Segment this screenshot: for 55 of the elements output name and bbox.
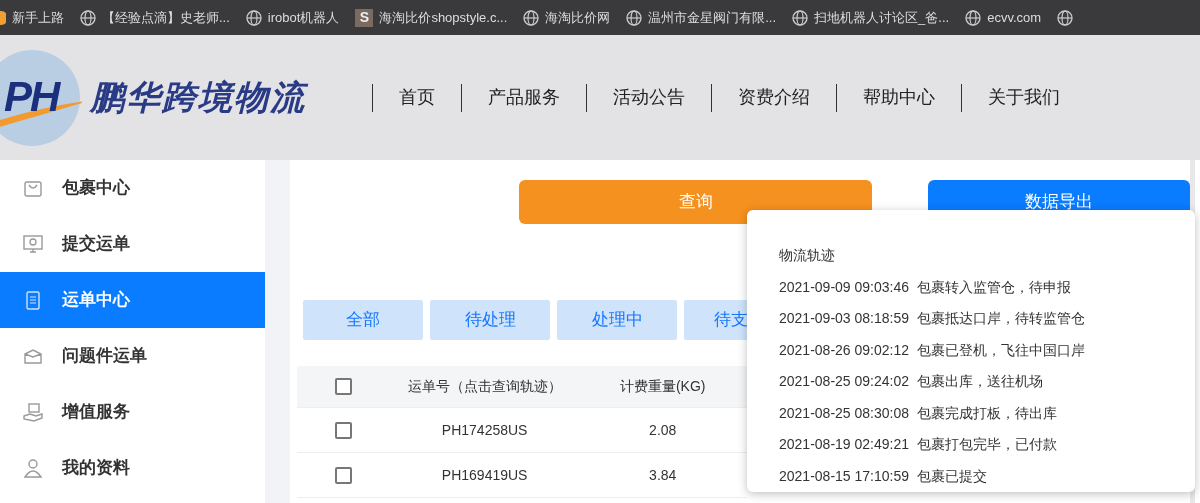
popover-title: 物流轨迹 bbox=[779, 246, 836, 266]
nav-link[interactable]: 资费介绍 bbox=[712, 84, 836, 111]
bookmark-link[interactable]: 【经验点滴】史老师... bbox=[102, 7, 230, 28]
logo-mark: PH bbox=[4, 75, 59, 118]
event-text: 包裹打包完毕，已付款 bbox=[917, 435, 1057, 455]
table-cell-text: PH174258US bbox=[440, 420, 529, 440]
sidebar-item[interactable]: 问题件运单 bbox=[0, 328, 265, 384]
event-time: 2021-08-15 17:10:59 bbox=[779, 466, 909, 486]
globe-icon bbox=[965, 9, 982, 26]
site-icon[interactable]: S bbox=[355, 8, 374, 27]
event-text: 包裹完成打板，待出库 bbox=[917, 403, 1057, 423]
bookmark-link[interactable]: 扫地机器人讨论区_爸... bbox=[814, 7, 950, 28]
checkbox[interactable] bbox=[335, 466, 353, 484]
sidebar-item[interactable]: 我的资料 bbox=[0, 440, 265, 496]
globe-icon bbox=[792, 9, 809, 26]
bookmark-link[interactable]: 海淘比价shopstyle.c... bbox=[379, 7, 508, 28]
sidebar-item[interactable]: 增值服务 bbox=[0, 384, 265, 440]
monitor-icon bbox=[22, 233, 44, 255]
event-text: 包裹出库，送往机场 bbox=[917, 372, 1043, 392]
globe-icon bbox=[1057, 9, 1074, 26]
event-time: 2021-09-09 09:03:46 bbox=[779, 277, 909, 297]
globe-icon bbox=[523, 9, 540, 26]
bookmark-link[interactable]: 温州市金星阀门有限... bbox=[648, 7, 777, 28]
globe-icon bbox=[626, 9, 643, 26]
bookmark-link[interactable]: 新手上路 bbox=[12, 7, 64, 28]
hand-package-icon bbox=[22, 401, 44, 423]
nav-link[interactable]: 帮助中心 bbox=[837, 84, 961, 111]
sidebar-item[interactable]: 运单中心 bbox=[0, 272, 265, 328]
globe-icon bbox=[80, 9, 96, 26]
event-text: 包裹已提交 bbox=[917, 466, 987, 486]
checkbox[interactable] bbox=[335, 378, 353, 395]
checkbox[interactable] bbox=[335, 421, 353, 439]
event-text: 包裹抵达口岸，待转监管仓 bbox=[917, 309, 1085, 329]
column-header: 运单号（点击查询轨迹） bbox=[406, 377, 563, 396]
table-cell-text: PH169419US bbox=[440, 465, 529, 485]
event-time: 2021-08-25 08:30:08 bbox=[779, 403, 909, 423]
bookmark-link[interactable]: ecvv.com bbox=[987, 7, 1042, 28]
event-time: 2021-08-19 02:49:21 bbox=[779, 435, 909, 455]
nav-link[interactable]: 首页 bbox=[373, 84, 461, 111]
event-time: 2021-08-25 09:24:02 bbox=[779, 372, 909, 392]
bookmark-link[interactable]: 海淘比价网 bbox=[545, 7, 611, 28]
nav-link[interactable]: 产品服务 bbox=[462, 84, 586, 111]
table-cell-text: 2.08 bbox=[648, 420, 678, 440]
event-text: 包裹转入监管仓，待申报 bbox=[917, 277, 1071, 297]
nav-link[interactable]: 活动公告 bbox=[587, 84, 711, 111]
column-header: 计费重量(KG) bbox=[618, 377, 707, 396]
person-icon bbox=[22, 457, 44, 479]
event-time: 2021-08-26 09:02:12 bbox=[779, 340, 909, 360]
globe-icon bbox=[245, 9, 262, 26]
event-text: 包裹已登机，飞往中国口岸 bbox=[917, 340, 1085, 360]
nav-link[interactable]: 关于我们 bbox=[962, 84, 1086, 111]
sidebar-item[interactable]: 提交运单 bbox=[0, 216, 265, 272]
table-cell-text: 3.84 bbox=[648, 465, 678, 485]
sidebar-item[interactable]: 包裹中心 bbox=[0, 160, 265, 216]
bookmark-link[interactable]: irobot机器人 bbox=[267, 7, 340, 28]
